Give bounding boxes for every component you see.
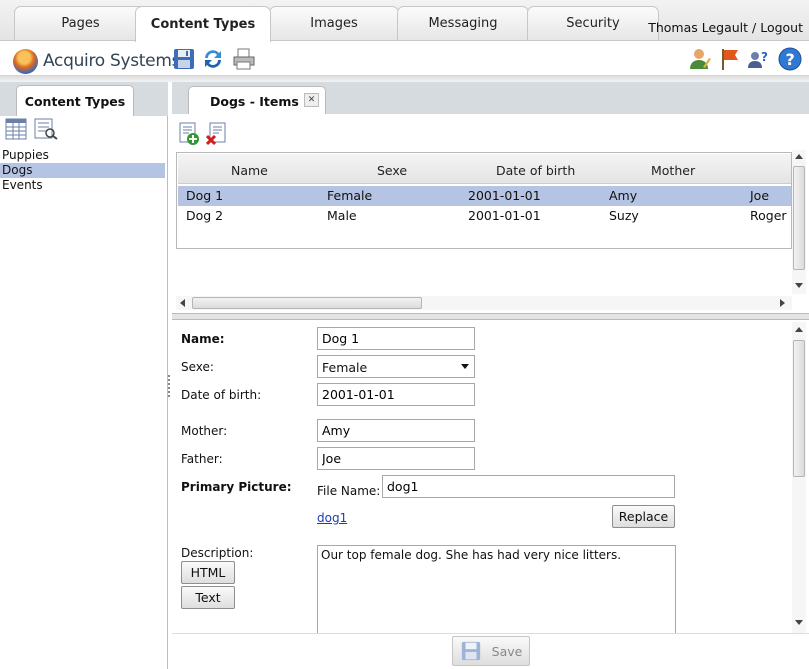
sexe-select[interactable]: Female [317,355,475,378]
cell-father: Joe [750,188,770,203]
cell-sexe: Male [327,208,357,223]
cell-date-of-birth: 2001-01-01 [468,208,541,223]
items-panel: Dogs - Items ✕ Name Sexe Date of birth M… [172,82,809,669]
table-row[interactable]: Dog 1 Female 2001-01-01 Amy Joe [178,186,791,206]
tab-pages[interactable]: Pages [14,6,147,40]
help-icon[interactable]: ? [778,47,802,71]
items-tab-label: Dogs - Items [210,94,299,109]
left-panel-header: Content Types [0,82,168,116]
sexe-select-value: Female [322,360,368,375]
date-of-birth-label: Date of birth: [181,388,262,402]
right-panel-header: Dogs - Items ✕ [172,82,809,114]
mother-label: Mother: [181,424,228,438]
bottom-action-bar: Save [172,633,809,669]
help-users-icon[interactable]: ? [747,47,771,71]
cell-mother: Suzy [609,208,639,223]
grid-hscroll-thumb[interactable] [192,297,422,309]
form-vertical-scrollbar[interactable] [792,322,806,633]
date-of-birth-field[interactable] [317,383,475,406]
table-list-icon[interactable] [5,118,27,140]
toolbar: Acquiro Systems ? ? [0,40,809,76]
tab-images[interactable]: Images [269,6,399,40]
items-grid: Name Sexe Date of birth Mother Dog 1 Fem… [176,152,792,249]
name-field[interactable] [317,327,475,350]
save-disk-icon[interactable] [172,47,196,71]
left-panel-tab[interactable]: Content Types [16,85,134,116]
save-button[interactable]: Save [452,636,530,666]
picture-link[interactable]: dog1 [317,511,347,525]
grid-horizontal-scrollbar[interactable] [176,296,792,310]
file-name-label: File Name: [317,484,381,498]
tab-label: Security [566,16,620,31]
cell-date-of-birth: 2001-01-01 [468,188,541,203]
html-button[interactable]: HTML [181,561,235,584]
tab-label: Content Types [150,17,256,32]
save-button-label: Save [491,643,523,659]
tab-label: Images [310,16,358,31]
cell-name: Dog 1 [186,188,224,203]
text-button[interactable]: Text [181,586,235,609]
save-disk-icon [461,641,480,661]
add-item-icon[interactable] [178,122,200,146]
cell-name: Dog 2 [186,208,224,223]
delete-item-icon[interactable] [206,122,228,146]
content-type-item[interactable]: Dogs [0,163,165,178]
grid-vscroll-thumb[interactable] [793,166,805,270]
sexe-label: Sexe: [181,360,214,374]
mother-field[interactable] [317,419,475,442]
refresh-icon[interactable] [201,47,225,71]
svg-text:?: ? [786,50,795,69]
name-label: Name: [181,332,225,346]
primary-picture-label: Primary Picture: [181,480,292,494]
table-row[interactable]: Dog 2 Male 2001-01-01 Suzy Roger [178,206,791,226]
scroll-left-icon[interactable] [179,299,185,307]
top-tab-bar: Pages Content Types Images Messaging Sec… [0,0,809,42]
content-type-item[interactable]: Events [0,178,165,193]
cell-father: Roger [750,208,787,223]
horizontal-splitter[interactable] [172,313,809,320]
tab-messaging[interactable]: Messaging [397,6,529,40]
father-field[interactable] [317,447,475,470]
form-vscroll-thumb[interactable] [793,340,805,477]
chevron-down-icon [461,364,469,369]
cell-sexe: Female [327,188,373,203]
user-logout-link[interactable]: Thomas Legault / Logout [648,20,803,35]
flag-icon[interactable] [718,47,742,71]
svg-text:?: ? [761,50,768,64]
logo-text: Acquiro Systems [43,51,181,71]
printer-icon[interactable] [232,47,256,71]
cell-mother: Amy [609,188,638,203]
close-icon[interactable]: ✕ [304,93,319,107]
tab-security[interactable]: Security [527,6,659,40]
table-search-icon[interactable] [34,118,58,140]
replace-button[interactable]: Replace [612,505,675,528]
scroll-up-icon[interactable] [795,326,803,332]
content-type-item[interactable]: Puppies [0,148,165,163]
column-header-mother[interactable]: Mother [651,163,695,178]
scroll-up-icon[interactable] [795,153,803,159]
left-panel-tab-label: Content Types [24,93,126,109]
grid-header: Name Sexe Date of birth Mother [178,154,791,184]
father-label: Father: [181,452,223,466]
items-tab[interactable]: Dogs - Items ✕ [188,86,326,114]
column-header-name[interactable]: Name [231,163,268,178]
tab-label: Pages [61,16,100,31]
scroll-right-icon[interactable] [780,299,786,307]
scroll-down-icon[interactable] [795,283,803,289]
content-types-panel: Content Types Puppies Dogs Events [0,82,168,669]
description-textarea[interactable]: Our top female dog. She has had very nic… [317,545,676,635]
file-name-field[interactable] [382,475,675,498]
column-header-sexe[interactable]: Sexe [377,163,407,178]
scroll-down-icon[interactable] [795,620,803,626]
description-label: Description: [181,546,254,560]
grid-vertical-scrollbar[interactable] [792,150,806,294]
logo-icon [13,49,38,74]
tab-content-types[interactable]: Content Types [135,6,271,42]
column-header-date-of-birth[interactable]: Date of birth [496,163,575,178]
tab-label: Messaging [428,16,498,31]
user-edit-icon[interactable] [688,47,712,71]
